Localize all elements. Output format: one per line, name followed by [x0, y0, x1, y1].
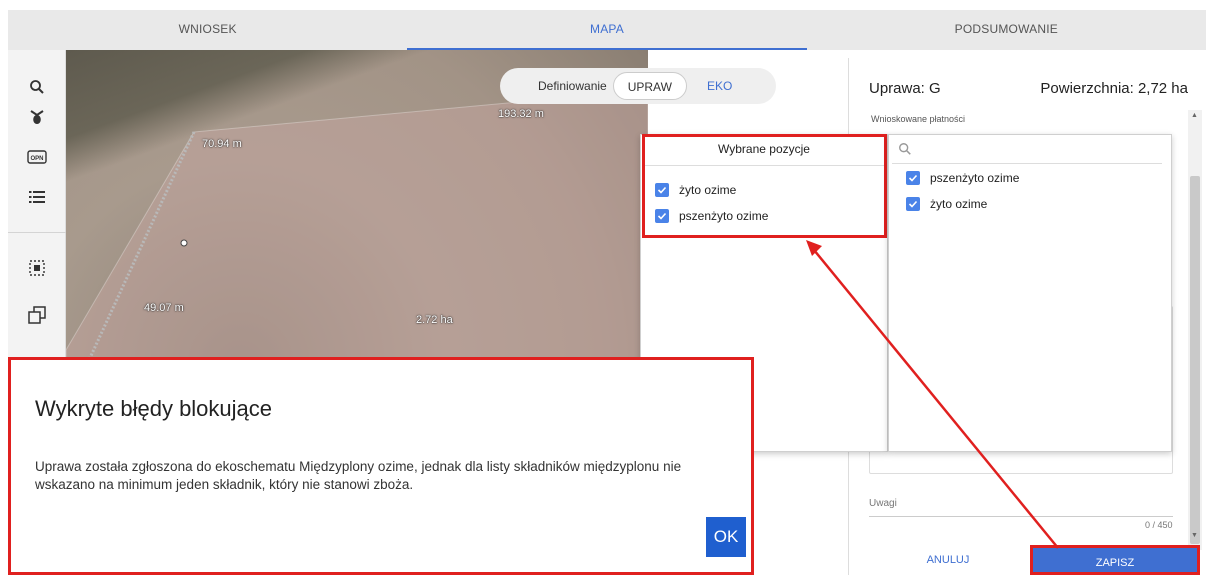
- cancel-button[interactable]: ANULUJ: [868, 545, 1028, 575]
- scroll-down-icon[interactable]: ▼: [1191, 532, 1198, 539]
- list-icon[interactable]: [22, 182, 52, 212]
- layers-icon[interactable]: [22, 102, 52, 132]
- search-icon[interactable]: [22, 72, 52, 102]
- toggle-eko-button[interactable]: EKO: [693, 72, 746, 100]
- edge-length-label: 49.07 m: [144, 302, 184, 314]
- edge-length-label: 70.94 m: [202, 138, 242, 150]
- toggle-upraw-button[interactable]: UPRAW: [612, 72, 687, 100]
- option-label: pszenżyto ozime: [930, 171, 1020, 185]
- crop-area: Powierzchnia: 2,72 ha: [1040, 80, 1188, 97]
- options-search-input[interactable]: [892, 136, 1162, 164]
- form-scrollbar-thumb[interactable]: [1190, 176, 1200, 544]
- tab-podsumowanie[interactable]: PODSUMOWANIE: [807, 10, 1206, 50]
- dialog-message: Uprawa została zgłoszona do ekoschematu …: [35, 459, 682, 492]
- highlight-box: [642, 134, 887, 238]
- checkbox-checked-icon: [906, 197, 920, 211]
- dialog-title: Wykryte błędy blokujące: [35, 396, 273, 421]
- checkbox-checked-icon: [906, 171, 920, 185]
- option-label: żyto ozime: [930, 197, 988, 211]
- option-checkbox[interactable]: żyto ozime: [906, 197, 987, 211]
- edge-length-label: 193.32 m: [498, 108, 544, 120]
- save-button[interactable]: ZAPISZ: [1030, 545, 1200, 575]
- select-area-icon[interactable]: [22, 253, 52, 283]
- payments-label: Wnioskowane płatności: [871, 114, 966, 124]
- app-root: WNIOSEK MAPA PODSUMOWANIE OPN 193.32 m 7…: [0, 0, 1206, 575]
- field-area-label: 2.72 ha: [416, 314, 453, 326]
- search-icon: [899, 143, 911, 155]
- tab-bar: WNIOSEK MAPA PODSUMOWANIE: [8, 10, 1206, 50]
- toggle-label: Definiowanie: [538, 79, 607, 93]
- opn-icon-text: OPN: [30, 156, 43, 162]
- scroll-up-icon[interactable]: ▲: [1191, 112, 1198, 119]
- definition-toggle: Definiowanie UPRAW EKO: [500, 68, 776, 104]
- tab-mapa[interactable]: MAPA: [407, 10, 807, 50]
- tab-wniosek[interactable]: WNIOSEK: [8, 10, 407, 50]
- option-checkbox[interactable]: pszenżyto ozime: [906, 171, 1019, 185]
- crop-title: Uprawa: G: [869, 80, 941, 97]
- toolbar-divider: [8, 232, 66, 233]
- ok-button[interactable]: OK: [706, 517, 746, 557]
- remarks-counter: 0 / 450: [1145, 520, 1173, 530]
- error-dialog: Wykryte błędy blokujące Uprawa została z…: [8, 357, 754, 575]
- opn-icon[interactable]: OPN: [22, 142, 52, 172]
- remarks-input[interactable]: [869, 516, 1173, 517]
- copy-icon[interactable]: [22, 300, 52, 330]
- remarks-label: Uwagi: [869, 498, 897, 509]
